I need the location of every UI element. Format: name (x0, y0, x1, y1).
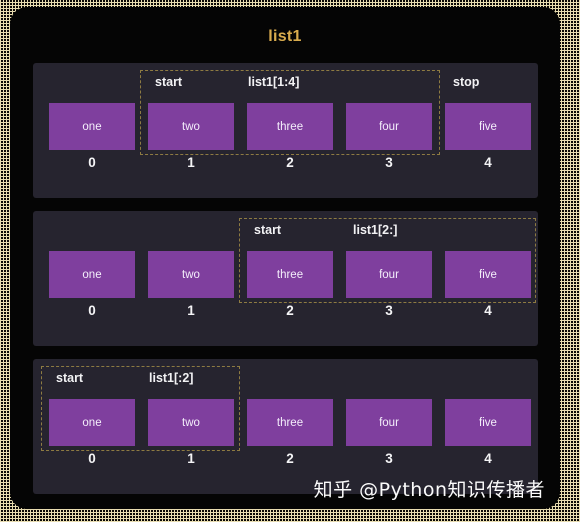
element-index: 4 (484, 451, 492, 466)
element-box[interactable]: five (445, 103, 531, 150)
element-box[interactable]: four (346, 251, 432, 298)
element-index: 3 (385, 303, 393, 318)
element-box[interactable]: four (346, 103, 432, 150)
image-canvas: list1 start list1[1:4] stop one 0 two 1 … (0, 0, 580, 522)
start-marker-1: start (155, 75, 183, 89)
slice-expression-3: list1[:2] (149, 371, 194, 385)
element-box[interactable]: three (247, 251, 333, 298)
element-box[interactable]: two (148, 399, 234, 446)
start-marker-3: start (56, 371, 84, 385)
element-index: 3 (385, 451, 393, 466)
slice-panel-1: start list1[1:4] stop one 0 two 1 three … (33, 63, 538, 198)
element-box[interactable]: one (49, 399, 135, 446)
stop-marker-1: stop (453, 75, 480, 89)
watermark: 知乎 @Python知识传播者 (313, 479, 545, 501)
element-index: 2 (286, 155, 294, 170)
element-box[interactable]: five (445, 399, 531, 446)
element-index: 1 (187, 155, 195, 170)
slice-panel-2: start list1[2:] one 0 two 1 three 2 four… (33, 211, 538, 346)
element-index: 1 (187, 303, 195, 318)
element-index: 4 (484, 303, 492, 318)
slice-expression-1: list1[1:4] (248, 75, 300, 89)
element-box[interactable]: four (346, 399, 432, 446)
element-index: 1 (187, 451, 195, 466)
slice-panel-3: start list1[:2] one 0 two 1 three 2 four… (33, 359, 538, 494)
element-index: 2 (286, 451, 294, 466)
element-index: 0 (88, 451, 96, 466)
element-index: 4 (484, 155, 492, 170)
element-index: 0 (88, 303, 96, 318)
element-box[interactable]: three (247, 103, 333, 150)
element-index: 3 (385, 155, 393, 170)
element-index: 2 (286, 303, 294, 318)
element-box[interactable]: three (247, 399, 333, 446)
element-box[interactable]: one (49, 103, 135, 150)
element-box[interactable]: two (148, 103, 234, 150)
slice-expression-2: list1[2:] (353, 223, 398, 237)
element-box[interactable]: one (49, 251, 135, 298)
element-index: 0 (88, 155, 96, 170)
start-marker-2: start (254, 223, 282, 237)
element-box[interactable]: five (445, 251, 531, 298)
page-title: list1 (268, 28, 302, 45)
diagram-card: list1 start list1[1:4] stop one 0 two 1 … (11, 8, 559, 508)
element-box[interactable]: two (148, 251, 234, 298)
